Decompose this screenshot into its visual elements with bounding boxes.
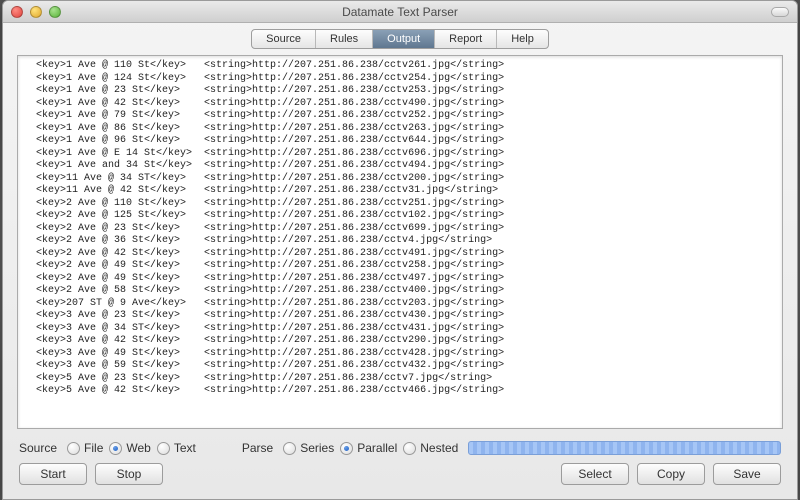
radio-label: File (84, 441, 103, 455)
output-text: <key>1 Ave @ 110 St</key> <string>http:/… (24, 60, 776, 398)
save-button[interactable]: Save (713, 463, 781, 485)
radio-dot-icon (109, 442, 122, 455)
source-radio-text[interactable]: Text (157, 441, 196, 455)
source-radio-file[interactable]: File (67, 441, 103, 455)
tab-bar: SourceRulesOutputReportHelp (3, 23, 797, 53)
window-title: Datamate Text Parser (3, 5, 797, 19)
controls-area: Source File Web Text Parse Series Parallel N… (3, 435, 797, 499)
source-radio-web[interactable]: Web (109, 441, 150, 455)
tab-source[interactable]: Source (252, 30, 316, 48)
window-controls (3, 6, 61, 18)
radio-label: Web (126, 441, 150, 455)
start-button[interactable]: Start (19, 463, 87, 485)
source-radio-group: File Web Text (67, 441, 196, 455)
parse-label: Parse (242, 441, 273, 455)
output-panel[interactable]: <key>1 Ave @ 110 St</key> <string>http:/… (17, 55, 783, 429)
radio-dot-icon (283, 442, 296, 455)
progress-bar (468, 441, 781, 455)
parse-radio-parallel[interactable]: Parallel (340, 441, 397, 455)
parse-radio-group: Series Parallel Nested (283, 441, 458, 455)
radio-dot-icon (340, 442, 353, 455)
radio-dot-icon (157, 442, 170, 455)
parse-radio-nested[interactable]: Nested (403, 441, 458, 455)
titlebar: Datamate Text Parser (3, 1, 797, 23)
close-icon[interactable] (11, 6, 23, 18)
radio-dot-icon (403, 442, 416, 455)
select-button[interactable]: Select (561, 463, 629, 485)
zoom-icon[interactable] (49, 6, 61, 18)
tab-output[interactable]: Output (373, 30, 435, 48)
parse-radio-series[interactable]: Series (283, 441, 334, 455)
tab-report[interactable]: Report (435, 30, 497, 48)
source-label: Source (19, 441, 57, 455)
copy-button[interactable]: Copy (637, 463, 705, 485)
radio-label: Text (174, 441, 196, 455)
tab-rules[interactable]: Rules (316, 30, 373, 48)
app-window: Datamate Text Parser SourceRulesOutputRe… (2, 0, 798, 500)
radio-label: Nested (420, 441, 458, 455)
minimize-icon[interactable] (30, 6, 42, 18)
tab-help[interactable]: Help (497, 30, 548, 48)
radio-label: Series (300, 441, 334, 455)
radio-dot-icon (67, 442, 80, 455)
radio-label: Parallel (357, 441, 397, 455)
fullscreen-pill-icon[interactable] (771, 7, 789, 17)
stop-button[interactable]: Stop (95, 463, 163, 485)
